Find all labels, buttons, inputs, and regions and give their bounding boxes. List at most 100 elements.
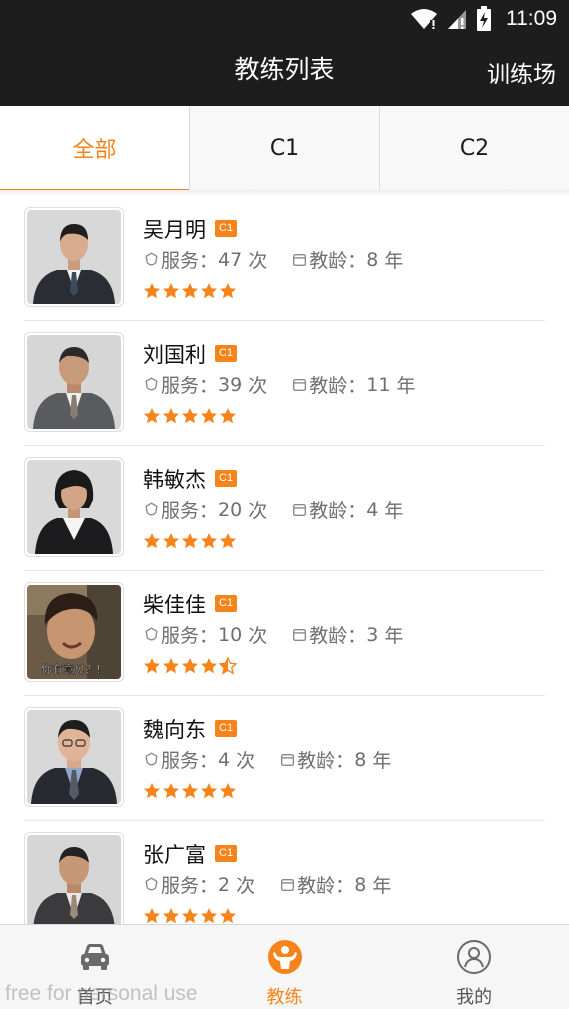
service-icon bbox=[145, 752, 158, 766]
calendar-icon bbox=[293, 379, 307, 392]
status-time: 11:09 bbox=[506, 7, 557, 30]
experience-unit: 年 bbox=[396, 375, 416, 397]
coach-name: 张广富 bbox=[143, 843, 206, 867]
screen: 11:09 教练列表 训练场 全部 C1 C2 吴月明 C1 服务： 47 次 … bbox=[0, 0, 569, 1009]
calendar-icon bbox=[293, 254, 307, 267]
service-count: 20 bbox=[218, 498, 243, 521]
coach-stats: 服务： 2 次 教龄： 8 年 bbox=[143, 871, 391, 898]
photo-caption: 你有意见？！ bbox=[41, 662, 107, 676]
signal-icon bbox=[448, 10, 466, 29]
star-full-icon bbox=[201, 908, 217, 924]
service-unit: 次 bbox=[236, 750, 256, 772]
experience-unit: 年 bbox=[384, 625, 404, 647]
coach-list[interactable]: 吴月明 C1 服务： 47 次 教龄： 8 年 刘国利 C1 服务： 39 次 … bbox=[0, 196, 569, 924]
experience-label: 教龄： bbox=[297, 750, 355, 772]
tab-c1[interactable]: C1 bbox=[190, 106, 380, 190]
star-full-icon bbox=[182, 533, 198, 549]
license-badge: C1 bbox=[215, 345, 238, 362]
status-bar: 11:09 bbox=[0, 0, 569, 40]
coach-avatar bbox=[24, 332, 124, 432]
service-label: 服务： bbox=[161, 875, 219, 897]
service-count: 2 bbox=[218, 873, 231, 896]
coach-photo-icon bbox=[27, 460, 121, 554]
page-title: 教练列表 bbox=[234, 55, 335, 84]
license-badge: C1 bbox=[215, 720, 238, 737]
star-full-icon bbox=[220, 533, 236, 549]
rating-stars bbox=[143, 782, 237, 800]
experience-years: 3 bbox=[366, 623, 379, 646]
service-count: 47 bbox=[218, 248, 243, 271]
training-ground-button[interactable]: 训练场 bbox=[487, 55, 556, 89]
star-full-icon bbox=[144, 283, 160, 299]
star-full-icon bbox=[182, 783, 198, 799]
service-label: 服务： bbox=[161, 250, 219, 272]
coach-list-item[interactable]: 魏向东 C1 服务： 4 次 教龄： 8 年 bbox=[24, 696, 545, 821]
tab-all[interactable]: 全部 bbox=[0, 106, 190, 191]
experience-years: 8 bbox=[354, 748, 367, 771]
service-label: 服务： bbox=[161, 500, 219, 522]
experience-unit: 年 bbox=[372, 875, 392, 897]
star-full-icon bbox=[220, 283, 236, 299]
profile-icon bbox=[457, 940, 492, 974]
star-full-icon bbox=[163, 408, 179, 424]
coach-list-item[interactable]: 韩敏杰 C1 服务： 20 次 教龄： 4 年 bbox=[24, 446, 545, 571]
service-label: 服务： bbox=[161, 750, 219, 772]
coach-list-item[interactable]: 刘国利 C1 服务： 39 次 教龄： 11 年 bbox=[24, 321, 545, 446]
wifi-icon bbox=[411, 9, 437, 29]
service-count: 4 bbox=[218, 748, 231, 771]
nav-profile[interactable]: 我的 bbox=[379, 925, 569, 1009]
calendar-icon bbox=[281, 879, 295, 892]
coach-list-item[interactable]: 你有意见？！ 柴佳佳 C1 服务： 10 次 教龄： 3 年 bbox=[24, 571, 545, 696]
star-full-icon bbox=[163, 658, 179, 674]
coach-name: 刘国利 bbox=[143, 343, 206, 367]
experience-unit: 年 bbox=[384, 250, 404, 272]
coach-stats: 服务： 4 次 教龄： 8 年 bbox=[143, 746, 391, 773]
nav-coach-label: 教练 bbox=[266, 987, 303, 1008]
coach-avatar: 你有意见？！ bbox=[24, 582, 124, 682]
rating-stars bbox=[143, 532, 237, 550]
coach-photo-icon: 你有意见？！ bbox=[27, 585, 121, 679]
star-full-icon bbox=[163, 283, 179, 299]
experience-label: 教龄： bbox=[309, 500, 367, 522]
service-count: 10 bbox=[218, 623, 243, 646]
status-icons: 11:09 bbox=[410, 6, 557, 32]
star-full-icon bbox=[182, 908, 198, 924]
service-label: 服务： bbox=[161, 375, 219, 397]
coach-stats: 服务： 20 次 教龄： 4 年 bbox=[143, 496, 403, 523]
service-icon bbox=[145, 627, 158, 641]
nav-coach[interactable]: 教练 bbox=[190, 925, 380, 1009]
coach-avatar bbox=[24, 832, 124, 924]
service-icon bbox=[145, 502, 158, 516]
star-full-icon bbox=[144, 658, 160, 674]
service-unit: 次 bbox=[248, 500, 268, 522]
calendar-icon bbox=[293, 504, 307, 517]
star-full-icon bbox=[201, 783, 217, 799]
experience-label: 教龄： bbox=[309, 625, 367, 647]
star-full-icon bbox=[144, 783, 160, 799]
star-full-icon bbox=[182, 408, 198, 424]
service-unit: 次 bbox=[248, 625, 268, 647]
coach-name: 魏向东 bbox=[143, 718, 206, 742]
star-full-icon bbox=[144, 408, 160, 424]
star-full-icon bbox=[144, 908, 160, 924]
license-badge: C1 bbox=[215, 220, 238, 237]
tab-c2[interactable]: C2 bbox=[380, 106, 569, 190]
service-unit: 次 bbox=[236, 875, 256, 897]
coach-photo-icon bbox=[27, 710, 121, 804]
service-label: 服务： bbox=[161, 625, 219, 647]
service-icon bbox=[145, 252, 158, 266]
coach-list-item[interactable]: 吴月明 C1 服务： 47 次 教龄： 8 年 bbox=[24, 196, 545, 321]
star-full-icon bbox=[182, 283, 198, 299]
nav-home-label: 首页 bbox=[76, 987, 113, 1008]
coach-avatar bbox=[24, 207, 124, 307]
service-unit: 次 bbox=[248, 375, 268, 397]
service-count: 39 bbox=[218, 373, 243, 396]
experience-label: 教龄： bbox=[297, 875, 355, 897]
star-full-icon bbox=[163, 783, 179, 799]
star-full-icon bbox=[144, 533, 160, 549]
coach-list-item[interactable]: 张广富 C1 服务： 2 次 教龄： 8 年 bbox=[24, 821, 545, 924]
coach-stats: 服务： 39 次 教龄： 11 年 bbox=[143, 371, 416, 398]
service-icon bbox=[145, 877, 158, 891]
nav-home[interactable]: 首页 bbox=[0, 925, 190, 1009]
coach-photo-icon bbox=[27, 835, 121, 924]
